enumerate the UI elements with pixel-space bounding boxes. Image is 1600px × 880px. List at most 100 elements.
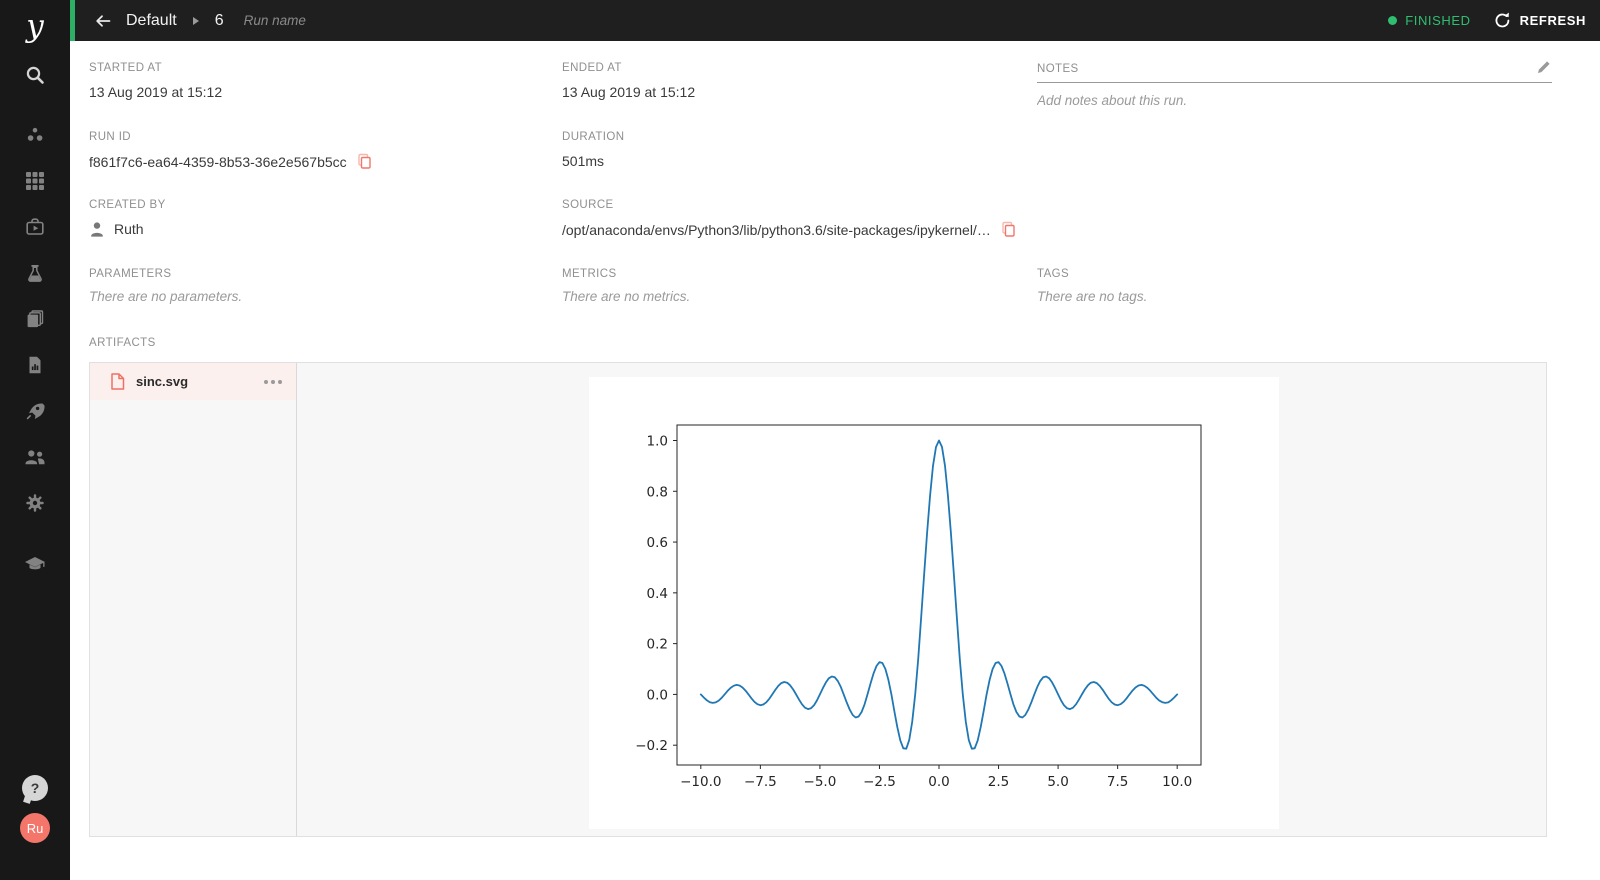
sidebar-item-grid[interactable] [0, 166, 70, 196]
sidebar-item-experiments[interactable] [0, 258, 70, 288]
svg-text:0.6: 0.6 [647, 535, 668, 551]
app-logo[interactable]: y [0, 8, 70, 44]
sinc-plot: −10.0−7.5−5.0−2.50.02.55.07.510.0−0.20.0… [589, 377, 1279, 829]
sidebar-item-team[interactable] [0, 442, 70, 472]
field-metrics: METRICS There are no metrics. [562, 268, 690, 304]
created-by-value: Ruth [114, 221, 144, 237]
artifact-row-sinc-svg[interactable]: sinc.svg [90, 363, 296, 400]
metrics-label: METRICS [562, 268, 690, 280]
field-source: SOURCE /opt/anaconda/envs/Python3/lib/py… [562, 199, 1017, 238]
artifacts-label: ARTIFACTS [89, 337, 156, 349]
svg-text:5.0: 5.0 [1047, 774, 1068, 790]
user-avatar[interactable]: Ru [20, 813, 50, 843]
svg-text:−7.5: −7.5 [744, 774, 777, 790]
help-label: ? [31, 780, 40, 796]
notes-input[interactable] [1037, 93, 1552, 108]
copy-source-button[interactable] [1000, 221, 1017, 238]
field-started-at: STARTED AT 13 Aug 2019 at 15:12 [89, 62, 222, 100]
avatar-initials: Ru [27, 821, 44, 836]
artifact-file-name: sinc.svg [136, 374, 262, 389]
parameters-label: PARAMETERS [89, 268, 242, 280]
metrics-empty-text: There are no metrics. [562, 289, 690, 304]
rocket-icon [25, 401, 45, 421]
refresh-icon [1493, 11, 1512, 30]
run-status: FINISHED [1388, 13, 1470, 28]
stacked-sheets-icon [25, 309, 45, 329]
file-icon [110, 373, 125, 390]
svg-text:−5.0: −5.0 [804, 774, 837, 790]
run-id-value: f861f7c6-ea64-4359-8b53-36e2e567b5cc [89, 154, 347, 170]
sidebar-item-search[interactable] [0, 60, 70, 90]
artifact-preview-pane: −10.0−7.5−5.0−2.50.02.55.07.510.0−0.20.0… [298, 363, 1546, 836]
svg-text:7.5: 7.5 [1107, 774, 1128, 790]
artifacts-panel: sinc.svg −10.0−7.5−5.0−2.50.02.55.07.510… [89, 362, 1547, 837]
person-icon [89, 221, 105, 237]
sidebar-item-reports[interactable] [0, 350, 70, 380]
tags-empty-text: There are no tags. [1037, 289, 1147, 304]
back-button[interactable] [90, 8, 116, 34]
refresh-label: REFRESH [1520, 13, 1586, 28]
search-icon [24, 64, 46, 86]
flask-icon [25, 263, 45, 283]
users-icon [24, 447, 46, 467]
top-bar: Default 6 FINISHED REFRESH [70, 0, 1600, 41]
tags-label: TAGS [1037, 268, 1147, 280]
accent-strip [70, 0, 75, 41]
artifact-file-list: sinc.svg [90, 363, 297, 836]
svg-text:0.0: 0.0 [928, 774, 949, 790]
parameters-empty-text: There are no parameters. [89, 289, 242, 304]
graduation-cap-icon [24, 554, 46, 574]
sidebar-item-jobs[interactable] [0, 212, 70, 242]
field-run-id: RUN ID f861f7c6-ea64-4359-8b53-36e2e567b… [89, 131, 373, 170]
copy-icon [356, 153, 373, 170]
breadcrumb-project[interactable]: Default [126, 12, 177, 30]
ended-at-label: ENDED AT [562, 62, 695, 74]
sidebar-item-datasets[interactable] [0, 304, 70, 334]
field-created-by: CREATED BY Ruth [89, 199, 166, 237]
started-at-value: 13 Aug 2019 at 15:12 [89, 84, 222, 100]
duration-value: 501ms [562, 153, 604, 169]
cluster-icon [25, 125, 45, 145]
back-arrow-icon [93, 11, 113, 31]
sidebar-item-academy[interactable] [0, 549, 70, 579]
copy-icon [1000, 221, 1017, 238]
duration-label: DURATION [562, 131, 624, 143]
breadcrumb-run-number[interactable]: 6 [215, 12, 224, 30]
run-name-input[interactable] [244, 13, 1389, 28]
left-rail: y [0, 0, 70, 880]
copy-run-id-button[interactable] [356, 153, 373, 170]
artifact-menu-button[interactable] [262, 376, 284, 388]
started-at-label: STARTED AT [89, 62, 222, 74]
help-button[interactable]: ? [22, 775, 48, 801]
status-dot-icon [1388, 16, 1397, 25]
svg-text:−2.5: −2.5 [863, 774, 896, 790]
source-value: /opt/anaconda/envs/Python3/lib/python3.6… [562, 222, 991, 238]
svg-text:−0.2: −0.2 [635, 738, 668, 754]
field-parameters: PARAMETERS There are no parameters. [89, 268, 242, 304]
run-id-label: RUN ID [89, 131, 373, 143]
breadcrumb-caret-icon [193, 17, 199, 25]
sidebar-item-settings[interactable] [0, 488, 70, 518]
artifact-preview-image: −10.0−7.5−5.0−2.50.02.55.07.510.0−0.20.0… [589, 377, 1279, 829]
status-label: FINISHED [1405, 13, 1470, 28]
ended-at-value: 13 Aug 2019 at 15:12 [562, 84, 695, 100]
toolbox-play-icon [25, 217, 45, 237]
field-ended-at: ENDED AT 13 Aug 2019 at 15:12 [562, 62, 695, 100]
svg-text:0.0: 0.0 [647, 687, 668, 703]
sidebar-item-deployments[interactable] [0, 396, 70, 426]
edit-pencil-icon[interactable] [1536, 59, 1552, 75]
svg-text:1.0: 1.0 [647, 433, 668, 449]
report-chart-icon [25, 355, 45, 375]
svg-text:0.8: 0.8 [647, 484, 668, 500]
created-by-label: CREATED BY [89, 199, 166, 211]
svg-text:10.0: 10.0 [1162, 774, 1192, 790]
svg-text:−10.0: −10.0 [680, 774, 721, 790]
field-notes: NOTES [1037, 59, 1552, 110]
gear-icon [25, 493, 45, 513]
sidebar-item-cluster[interactable] [0, 120, 70, 150]
svg-text:0.4: 0.4 [647, 586, 668, 602]
grid-icon [25, 171, 45, 191]
refresh-button[interactable]: REFRESH [1493, 11, 1586, 30]
source-label: SOURCE [562, 199, 1017, 211]
svg-text:0.2: 0.2 [647, 637, 668, 653]
